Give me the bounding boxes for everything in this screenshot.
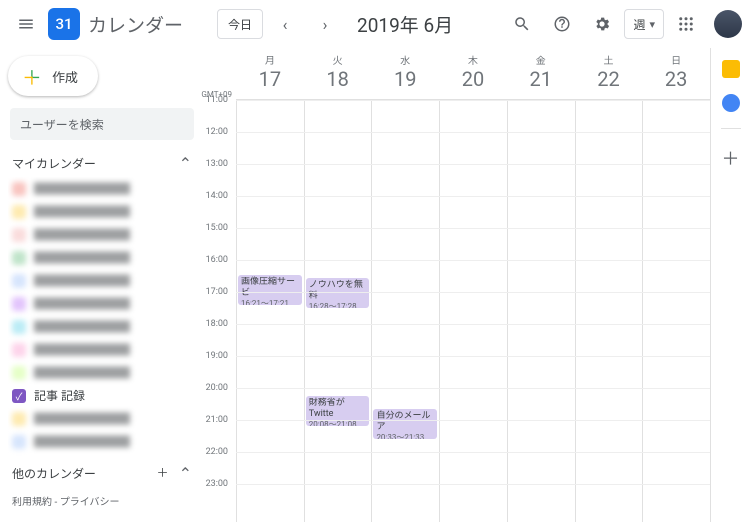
calendar-item[interactable]: ████████	[8, 292, 200, 315]
calendar-list: ████████████████████████████████████████…	[8, 177, 200, 460]
tasks-icon[interactable]	[722, 94, 740, 112]
settings-icon[interactable]	[584, 6, 620, 42]
hour-label: 16:00	[206, 255, 228, 265]
apps-icon[interactable]	[668, 6, 704, 42]
hour-label: 15:00	[206, 223, 228, 233]
view-switcher[interactable]: 週▾	[624, 9, 664, 39]
hour-label: 12:00	[206, 127, 228, 137]
calendar-item[interactable]: ████████	[8, 223, 200, 246]
other-calendars-header[interactable]: 他のカレンダー＋⌃	[8, 460, 200, 487]
prev-button[interactable]: ‹	[267, 6, 303, 42]
calendar-item[interactable]: ████████	[8, 177, 200, 200]
add-calendar-icon[interactable]: ＋	[157, 464, 169, 483]
day-header[interactable]: 土22	[575, 48, 643, 99]
calendar-item[interactable]: ████████	[8, 338, 200, 361]
calendar-item[interactable]: ✓記事 記録	[8, 384, 200, 407]
hour-label: 21:00	[206, 415, 228, 425]
search-people-input[interactable]: ユーザーを検索	[10, 108, 194, 140]
calendar-item[interactable]: ████████	[8, 430, 200, 453]
calendar-item[interactable]: ████████	[8, 269, 200, 292]
sidebar: ＋作成 ユーザーを検索 マイカレンダー⌃ ███████████████████…	[0, 48, 200, 522]
plus-icon: ＋	[22, 62, 42, 91]
header: 31 カレンダー 今日 ‹ › 2019年 6月 週▾	[0, 0, 750, 48]
add-addon-icon[interactable]: ＋	[722, 145, 740, 171]
day-header[interactable]: 火18	[304, 48, 372, 99]
next-button[interactable]: ›	[307, 6, 343, 42]
hour-label: 19:00	[206, 351, 228, 361]
hour-label: 18:00	[206, 319, 228, 329]
calendar-event[interactable]: ノウハウを無料16:28～17:28	[306, 278, 370, 308]
help-icon[interactable]	[544, 6, 580, 42]
menu-icon[interactable]	[8, 6, 44, 42]
today-button[interactable]: 今日	[217, 9, 263, 39]
calendar-item[interactable]: ████████	[8, 361, 200, 384]
footer-links[interactable]: 利用規約 - プライバシー	[8, 487, 200, 514]
calendar-item[interactable]: ████████	[8, 407, 200, 430]
date-range-title: 2019年 6月	[357, 11, 453, 38]
my-calendars-header[interactable]: マイカレンダー⌃	[8, 150, 200, 177]
chevron-up-icon: ⌃	[179, 464, 192, 483]
day-header[interactable]: 月17	[236, 48, 304, 99]
avatar[interactable]	[714, 10, 742, 38]
search-icon[interactable]	[504, 6, 540, 42]
checkbox-icon[interactable]: ✓	[12, 389, 26, 403]
chevron-up-icon: ⌃	[179, 154, 192, 173]
right-rail: ＋	[710, 48, 750, 522]
calendar-event[interactable]: 財務省がTwitte20:08～21:08	[306, 396, 370, 426]
hour-label: 22:00	[206, 447, 228, 457]
hour-label: 17:00	[206, 287, 228, 297]
day-header[interactable]: 水19	[371, 48, 439, 99]
day-header[interactable]: 金21	[507, 48, 575, 99]
calendar-event[interactable]: 自分のメールア20:33～21:33	[373, 409, 437, 439]
hour-label: 13:00	[206, 159, 228, 169]
calendar-item[interactable]: ████████	[8, 200, 200, 223]
app-title: カレンダー	[88, 11, 183, 38]
day-header[interactable]: 日23	[642, 48, 710, 99]
calendar-logo: 31	[48, 8, 80, 40]
calendar-event[interactable]: 画像圧縮サービ16:21～17:21	[238, 275, 302, 305]
hour-label: 11:00	[206, 95, 228, 105]
hour-label: 20:00	[206, 383, 228, 393]
calendar-item[interactable]: ████████	[8, 246, 200, 269]
hour-label: 23:00	[206, 479, 228, 489]
hour-label: 14:00	[206, 191, 228, 201]
week-grid: GMT+09 11:0012:0013:0014:0015:0016:0017:…	[200, 48, 710, 522]
day-header[interactable]: 木20	[439, 48, 507, 99]
create-button[interactable]: ＋作成	[8, 56, 98, 96]
keep-icon[interactable]	[722, 60, 740, 78]
calendar-item[interactable]: ████████	[8, 315, 200, 338]
